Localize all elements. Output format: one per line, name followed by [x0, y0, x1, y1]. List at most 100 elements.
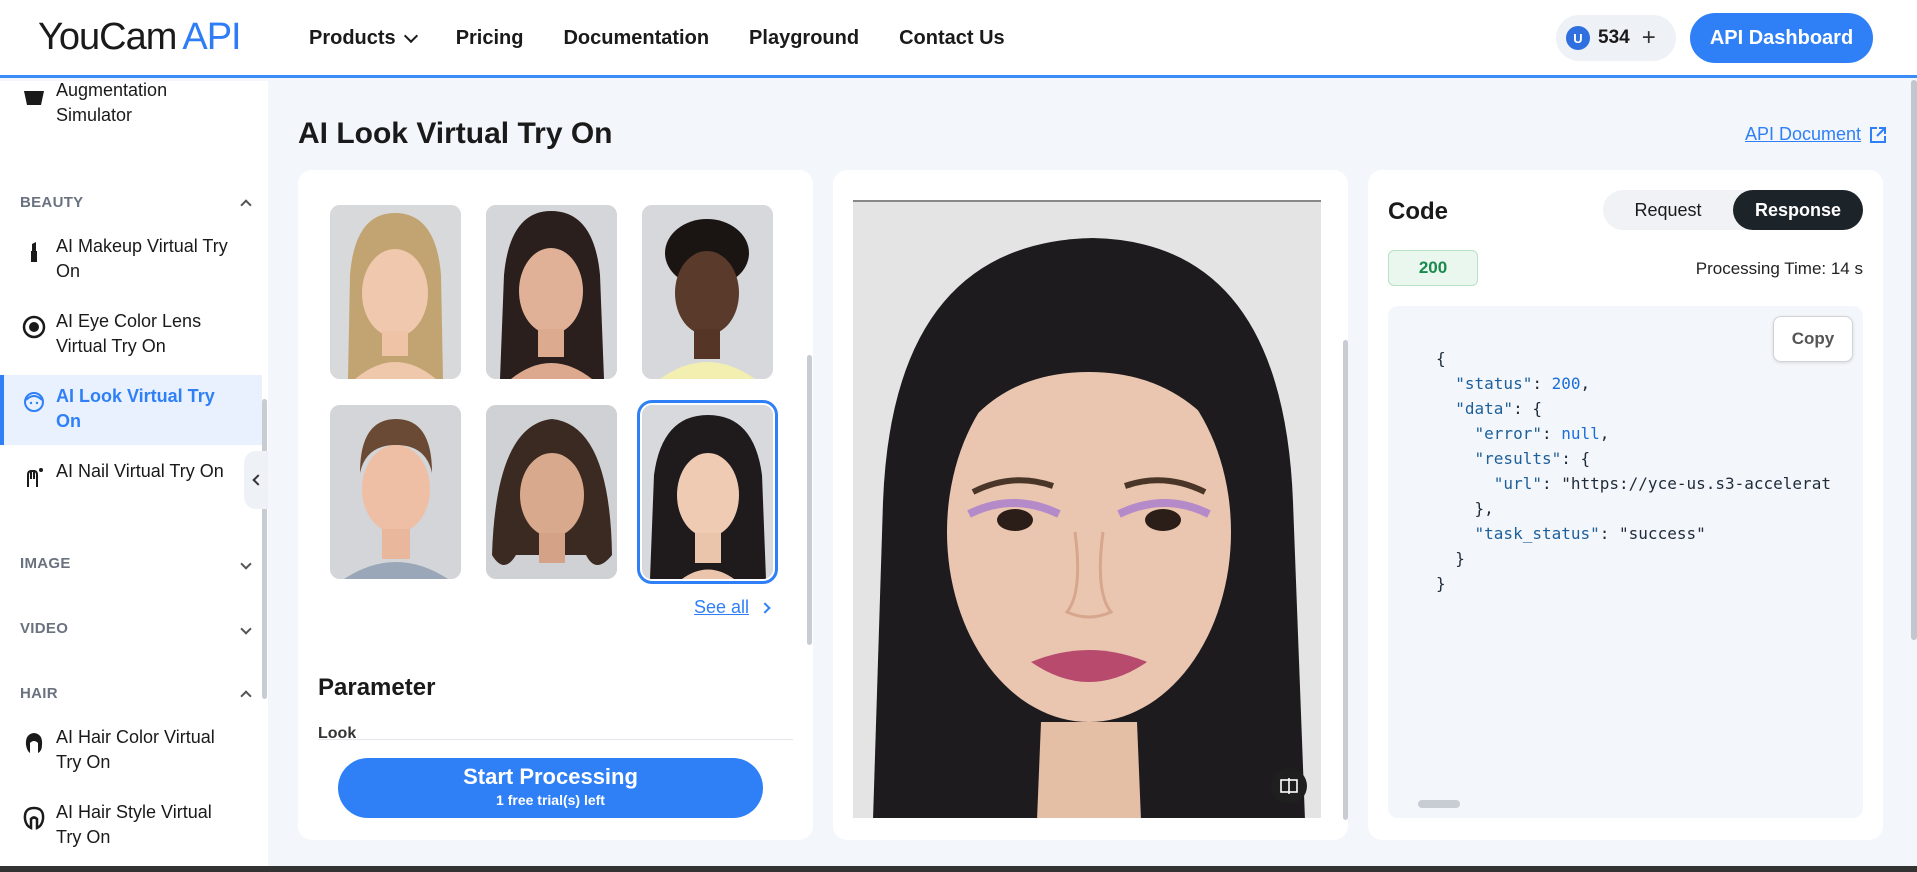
section-hair[interactable]: HAIR	[20, 685, 252, 702]
face-look-icon	[24, 392, 44, 412]
response-json: { "status": 200, "data": { "error": null…	[1436, 349, 1831, 593]
nav-pricing[interactable]: Pricing	[456, 27, 524, 50]
sidebar-item-label: AI Hair Color Virtual Try On	[56, 727, 215, 772]
window-scrollbar[interactable]	[1911, 80, 1917, 640]
divider	[318, 739, 793, 740]
sample-thumbnail[interactable]	[642, 205, 773, 379]
sidebar-item-hair-style[interactable]: AI Hair Style Virtual Try On	[0, 800, 262, 850]
nav-documentation[interactable]: Documentation	[563, 27, 709, 50]
processing-time: Processing Time: 14 s	[1695, 259, 1863, 278]
external-link-icon	[1870, 126, 1887, 143]
nav-products[interactable]: Products	[309, 26, 418, 50]
page-title: AI Look Virtual Try On	[298, 117, 613, 150]
sidebar-item-look[interactable]: AI Look Virtual Try On	[0, 375, 262, 445]
status-badge: 200	[1388, 250, 1478, 286]
sample-panel: See all Parameter Look Start Processing …	[298, 170, 813, 840]
result-image	[853, 200, 1321, 818]
portrait-image	[642, 205, 773, 379]
section-image-label: IMAGE	[20, 555, 71, 572]
sidebar-item-label: AI Look Virtual Try On	[56, 386, 215, 431]
logo-accent: API	[182, 16, 241, 58]
sidebar-item-nail[interactable]: AI Nail Virtual Try On	[0, 459, 262, 489]
sidebar-item-makeup[interactable]: AI Makeup Virtual Try On	[0, 234, 262, 284]
top-navbar: YouCam API Products Pricing Documentation…	[0, 0, 1917, 78]
chevron-up-icon	[240, 690, 252, 702]
section-video[interactable]: VIDEO	[20, 620, 252, 637]
json-url-value: "https://yce-us.s3-accelerat	[1561, 474, 1831, 493]
body-shape-icon	[24, 91, 44, 105]
horizontal-scrollbar[interactable]	[1418, 800, 1460, 808]
nav-contact-us[interactable]: Contact Us	[899, 27, 1005, 50]
sidebar-item-augmentation-simulator[interactable]: Augmentation Simulator	[0, 81, 262, 128]
panel-scrollbar[interactable]	[1343, 340, 1348, 820]
eye-lens-icon	[22, 315, 46, 339]
section-video-label: VIDEO	[20, 620, 69, 637]
add-credits-icon[interactable]: +	[1642, 26, 1656, 50]
hair-style-icon	[23, 806, 45, 830]
sample-thumbnail[interactable]	[486, 405, 617, 579]
sidebar: Augmentation Simulator BEAUTY AI Makeup …	[0, 81, 268, 872]
chevron-right-icon	[759, 601, 771, 614]
sample-thumbnail[interactable]	[330, 405, 461, 579]
result-panel	[833, 170, 1348, 840]
coin-icon: U	[1566, 26, 1590, 50]
compare-icon	[1280, 778, 1298, 794]
json-status-value: 200	[1551, 374, 1581, 393]
compare-toggle-button[interactable]	[1271, 768, 1307, 804]
sample-thumbnail[interactable]	[486, 205, 617, 379]
code-panel: Code Request Response 200 Processing Tim…	[1368, 170, 1883, 840]
see-all-link[interactable]: See all	[694, 597, 771, 618]
chevron-down-icon	[240, 557, 252, 570]
credits-count: 534	[1598, 27, 1630, 48]
sidebar-item-eye-color-lens[interactable]: AI Eye Color Lens Virtual Try On	[0, 309, 262, 359]
see-all-label: See all	[694, 597, 750, 617]
sidebar-item-label: AI Eye Color Lens Virtual Try On	[56, 311, 202, 356]
chevron-down-icon	[403, 28, 418, 44]
chevron-up-icon	[240, 199, 252, 211]
lipstick-icon	[31, 242, 37, 262]
chevron-left-icon	[252, 474, 264, 486]
section-image[interactable]: IMAGE	[20, 555, 252, 572]
nav-playground[interactable]: Playground	[749, 27, 859, 50]
nav-products-label: Products	[309, 26, 396, 49]
main-nav: Products Pricing Documentation Playgroun…	[309, 0, 1005, 76]
free-trials-label: 1 free trial(s) left	[496, 792, 605, 808]
sidebar-collapse-button[interactable]	[244, 451, 268, 509]
panel-scrollbar[interactable]	[807, 355, 812, 645]
sidebar-item-label: AI Hair Style Virtual Try On	[56, 802, 212, 847]
start-processing-label: Start Processing	[463, 764, 638, 789]
sample-thumbnail[interactable]	[330, 205, 461, 379]
request-response-toggle: Request Response	[1603, 190, 1863, 230]
hair-color-icon	[25, 733, 43, 753]
logo-text: YouCam	[38, 16, 177, 58]
bottom-edge	[0, 866, 1917, 872]
parameter-heading: Parameter	[318, 674, 436, 701]
tab-response[interactable]: Response	[1733, 190, 1863, 230]
portrait-image	[330, 405, 461, 579]
json-task-status-value: "success"	[1619, 524, 1706, 543]
sidebar-item-label: Augmentation Simulator	[56, 81, 168, 125]
api-document-link[interactable]: API Document	[1745, 124, 1887, 145]
code-block: Copy { "status": 200, "data": { "error":…	[1388, 306, 1863, 818]
portrait-image	[486, 405, 617, 579]
chevron-down-icon	[240, 622, 252, 635]
start-processing-button[interactable]: Start Processing 1 free trial(s) left	[338, 758, 763, 818]
json-error-value: null	[1561, 424, 1600, 443]
portrait-image	[330, 205, 461, 379]
api-document-label: API Document	[1745, 124, 1862, 144]
parameter-look-label: Look	[318, 725, 357, 739]
credits-badge[interactable]: U 534 +	[1556, 15, 1676, 61]
logo[interactable]: YouCam API	[38, 16, 242, 59]
code-heading: Code	[1388, 198, 1448, 225]
sidebar-item-hair-color[interactable]: AI Hair Color Virtual Try On	[0, 725, 262, 775]
api-dashboard-button[interactable]: API Dashboard	[1690, 13, 1873, 63]
portrait-result-image	[853, 202, 1321, 818]
sidebar-scrollbar[interactable]	[262, 399, 267, 699]
portrait-image	[486, 205, 617, 379]
section-beauty-label: BEAUTY	[20, 194, 84, 211]
section-hair-label: HAIR	[20, 685, 58, 702]
sidebar-item-label: AI Makeup Virtual Try On	[56, 236, 228, 281]
tab-request[interactable]: Request	[1603, 190, 1733, 230]
section-beauty[interactable]: BEAUTY	[20, 194, 252, 211]
sample-thumbnail-selected[interactable]	[637, 400, 778, 584]
